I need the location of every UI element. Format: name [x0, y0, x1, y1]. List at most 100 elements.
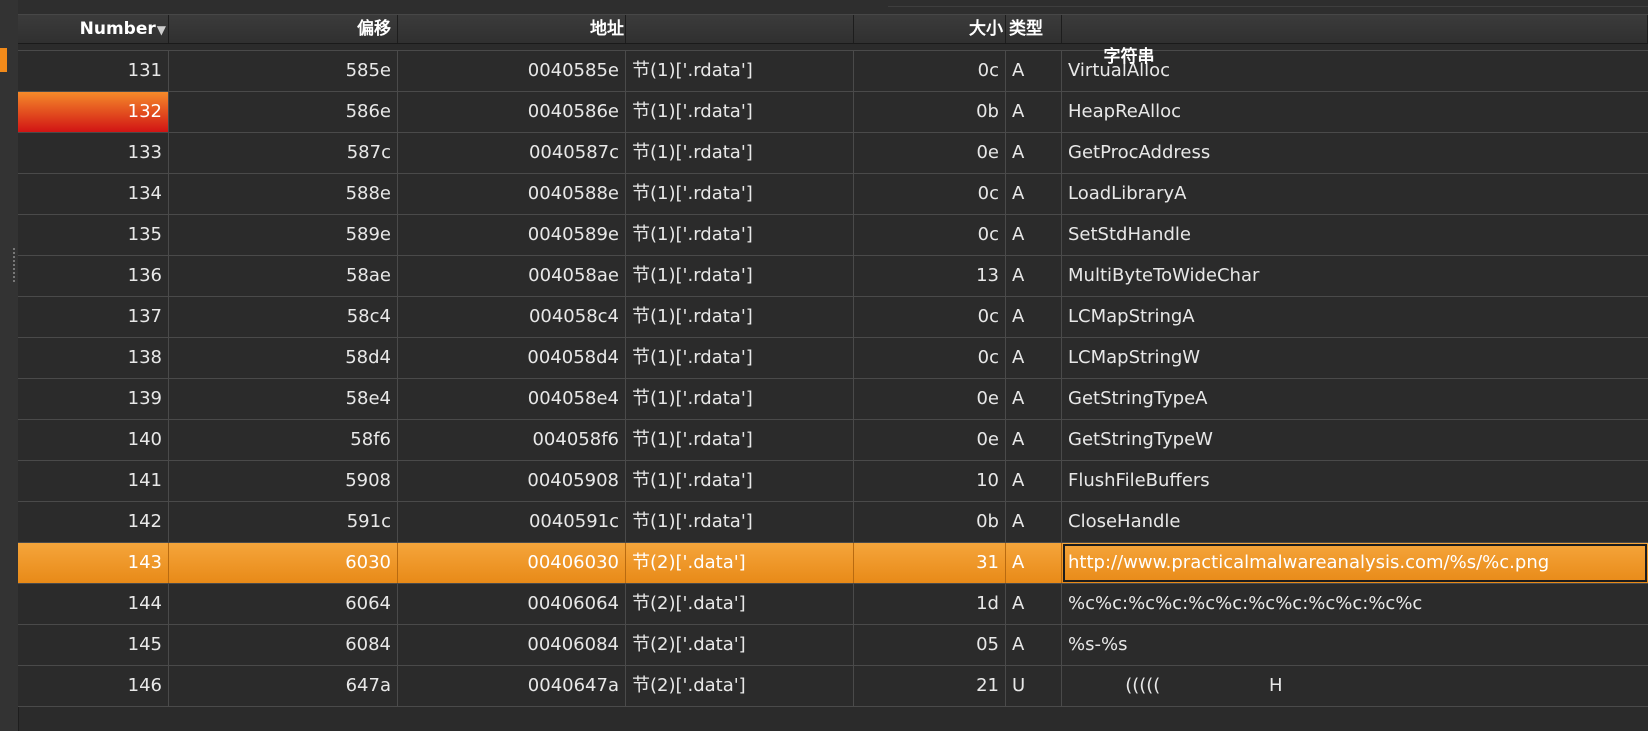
table-row[interactable]: 144 6064 00406064 节(2)['.data'] 1d A %c%… — [18, 584, 1648, 625]
cell-section: 节(1)['.rdata'] — [626, 379, 854, 419]
cell-size: 0b — [854, 92, 1006, 132]
cell-size: 0c — [854, 215, 1006, 255]
table-row[interactable]: 136 58ae 004058ae 节(1)['.rdata'] 13 A Mu… — [18, 256, 1648, 297]
cell-section: 节(2)['.data'] — [626, 625, 854, 665]
top-strip — [18, 0, 1648, 14]
table-row[interactable]: 142 591c 0040591c 节(1)['.rdata'] 0b A Cl… — [18, 502, 1648, 543]
column-header-address-label: 地址 — [590, 19, 624, 39]
cell-address: 004058c4 — [398, 297, 626, 337]
cell-type: U — [1006, 666, 1062, 706]
cell-section: 节(1)['.rdata'] — [626, 133, 854, 173]
cell-offset: 587c — [169, 133, 398, 173]
table-row[interactable]: 140 58f6 004058f6 节(1)['.rdata'] 0e A Ge… — [18, 420, 1648, 461]
cell-section: 节(1)['.rdata'] — [626, 461, 854, 501]
cell-size: 0c — [854, 297, 1006, 337]
cell-size: 0c — [854, 51, 1006, 91]
cell-number: 134 — [18, 174, 169, 214]
cell-section: 节(1)['.rdata'] — [626, 256, 854, 296]
cell-size: 0c — [854, 338, 1006, 378]
cell-string: LCMapStringW — [1068, 347, 1201, 368]
cell-number: 133 — [18, 133, 169, 173]
cell-section: 节(1)['.rdata'] — [626, 338, 854, 378]
cell-type: A — [1006, 584, 1062, 624]
column-header-address[interactable]: 地址 — [398, 15, 626, 43]
cell-section: 节(1)['.rdata'] — [626, 51, 854, 91]
cell-size: 31 — [854, 543, 1006, 583]
cell-section: 节(1)['.rdata'] — [626, 297, 854, 337]
cell-string: LCMapStringA — [1068, 306, 1195, 327]
cell-address: 00406084 — [398, 625, 626, 665]
cell-string: GetStringTypeA — [1068, 388, 1208, 409]
cell-offset: 6084 — [169, 625, 398, 665]
table-row[interactable]: 143 6030 00406030 节(2)['.data'] 31 A htt… — [18, 543, 1648, 584]
cell-section: 节(1)['.rdata'] — [626, 174, 854, 214]
cell-type: A — [1006, 256, 1062, 296]
table-row[interactable]: 132 586e 0040586e 节(1)['.rdata'] 0b A He… — [18, 92, 1648, 133]
column-header-offset[interactable]: 偏移 — [169, 15, 398, 43]
cell-size: 13 — [854, 256, 1006, 296]
column-header-section[interactable] — [626, 15, 854, 43]
cell-offset: 6064 — [169, 584, 398, 624]
cell-type: A — [1006, 502, 1062, 542]
cell-offset: 58f6 — [169, 420, 398, 460]
cell-string: CloseHandle — [1068, 511, 1181, 532]
cell-string: SetStdHandle — [1068, 224, 1191, 245]
cell-number: 142 — [18, 502, 169, 542]
cell-offset: 58ae — [169, 256, 398, 296]
cell-offset: 647a — [169, 666, 398, 706]
cell-section: 节(1)['.rdata'] — [626, 502, 854, 542]
cell-type: A — [1006, 543, 1062, 583]
cell-address: 004058d4 — [398, 338, 626, 378]
column-header-number[interactable]: Number▼ — [18, 15, 169, 43]
column-header-size-label: 大小 — [969, 19, 1003, 39]
table-row[interactable]: 134 588e 0040588e 节(1)['.rdata'] 0c A Lo… — [18, 174, 1648, 215]
column-header-type-label: 类型 — [1009, 19, 1043, 39]
cell-string: %c%c:%c%c:%c%c:%c%c:%c%c:%c%c — [1068, 593, 1423, 614]
cell-number: 144 — [18, 584, 169, 624]
splitter-grip[interactable] — [13, 248, 15, 284]
table-row[interactable]: 141 5908 00405908 节(1)['.rdata'] 10 A Fl… — [18, 461, 1648, 502]
cell-size: 0c — [854, 174, 1006, 214]
table-row[interactable]: 138 58d4 004058d4 节(1)['.rdata'] 0c A LC… — [18, 338, 1648, 379]
table-header: Number▼ 偏移 地址 大小 类型 字符串 — [18, 14, 1648, 67]
cell-size: 05 — [854, 625, 1006, 665]
cell-address: 0040589e — [398, 215, 626, 255]
table-row[interactable]: 131 585e 0040585e 节(1)['.rdata'] 0c A Vi… — [18, 51, 1648, 92]
cell-section: 节(2)['.data'] — [626, 584, 854, 624]
table-row[interactable]: 146 647a 0040647a 节(2)['.data'] 21 U (((… — [18, 666, 1648, 707]
cell-type: A — [1006, 420, 1062, 460]
cell-type: A — [1006, 379, 1062, 419]
strings-table: Number▼ 偏移 地址 大小 类型 字符串 131 585e 0040585… — [18, 14, 1648, 707]
cell-section: 节(2)['.data'] — [626, 666, 854, 706]
cell-address: 004058e4 — [398, 379, 626, 419]
table-row[interactable]: 135 589e 0040589e 节(1)['.rdata'] 0c A Se… — [18, 215, 1648, 256]
cell-type: A — [1006, 133, 1062, 173]
cell-type: A — [1006, 92, 1062, 132]
cell-section: 节(1)['.rdata'] — [626, 215, 854, 255]
cell-number: 139 — [18, 379, 169, 419]
table-row[interactable]: 133 587c 0040587c 节(1)['.rdata'] 0e A Ge… — [18, 133, 1648, 174]
table-row[interactable]: 139 58e4 004058e4 节(1)['.rdata'] 0e A Ge… — [18, 379, 1648, 420]
cell-address: 00406064 — [398, 584, 626, 624]
cell-address: 0040591c — [398, 502, 626, 542]
column-header-size[interactable]: 大小 — [854, 15, 1006, 43]
left-gutter — [0, 0, 19, 731]
table-row[interactable]: 137 58c4 004058c4 节(1)['.rdata'] 0c A LC… — [18, 297, 1648, 338]
cell-string: ((((( H — [1068, 675, 1283, 696]
cell-number: 135 — [18, 215, 169, 255]
column-header-type[interactable]: 类型 — [1006, 15, 1062, 43]
cell-type: A — [1006, 215, 1062, 255]
cell-offset: 586e — [169, 92, 398, 132]
cell-section: 节(2)['.data'] — [626, 543, 854, 583]
cell-number: 131 — [18, 51, 169, 91]
column-header-string[interactable]: 字符串 — [1062, 15, 1648, 67]
cell-offset: 591c — [169, 502, 398, 542]
table-row[interactable]: 145 6084 00406084 节(2)['.data'] 05 A %s-… — [18, 625, 1648, 666]
cell-offset: 589e — [169, 215, 398, 255]
cell-offset: 588e — [169, 174, 398, 214]
cell-string: GetProcAddress — [1068, 142, 1211, 163]
cell-offset: 58d4 — [169, 338, 398, 378]
cell-type: A — [1006, 461, 1062, 501]
cell-number: 145 — [18, 625, 169, 665]
cell-size: 0b — [854, 502, 1006, 542]
